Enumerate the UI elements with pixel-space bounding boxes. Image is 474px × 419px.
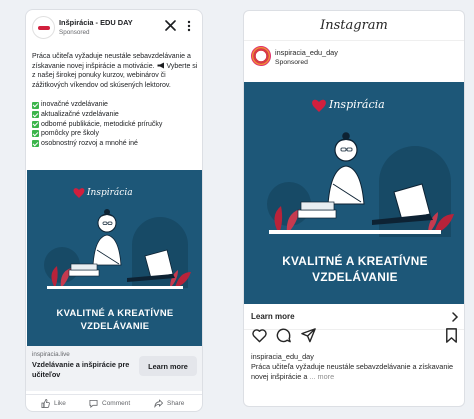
list-item-label: pomôcky pre školy xyxy=(41,130,99,138)
close-icon[interactable] xyxy=(165,20,176,31)
send-icon[interactable] xyxy=(300,327,317,344)
learn-more-button[interactable]: Learn more xyxy=(139,356,197,376)
ig-caption-username[interactable]: inspiracia_edu_day xyxy=(251,352,314,361)
ig-caption-text: Práca učiteľa vyžaduje neustále sebavzde… xyxy=(251,362,454,381)
like-button[interactable]: Like xyxy=(41,399,66,408)
creative-logo-text: Inspirácia xyxy=(328,98,385,111)
creative-logo-text: Inspirácia xyxy=(86,187,133,198)
comment-label: Comment xyxy=(102,400,131,407)
ig-sponsored-label: Sponsored xyxy=(275,59,308,66)
ig-comment-icon[interactable] xyxy=(275,327,292,344)
fb-post-text: Práca učiteľa vyžaduje neustále sebavzde… xyxy=(32,52,200,148)
heart-logo-icon xyxy=(312,99,326,112)
like-label: Like xyxy=(54,400,66,407)
chevron-right-icon xyxy=(452,312,459,322)
facebook-ad-card: Inšpirácia - EDU DAY Sponsored Práca uči… xyxy=(25,9,203,412)
list-item: osobnostný rozvoj a mnohé iné xyxy=(32,139,200,149)
bookmark-icon[interactable] xyxy=(443,327,460,344)
creative-banner-line-1: KVALITNÉ A KREATÍVNE xyxy=(282,254,428,268)
ig-top-bar: Instagram xyxy=(244,11,464,41)
instagram-ad-card: Instagram inspiracia_edu_day Sponsored I… xyxy=(243,10,465,407)
learn-more-link[interactable]: Learn more xyxy=(251,312,295,321)
list-item-label: odborné publikácie, metodické príručky xyxy=(41,120,163,128)
fb-link-domain: inspiracia.live xyxy=(32,351,70,358)
ig-caption: Práca učiteľa vyžaduje neustále sebavzde… xyxy=(251,362,461,382)
fb-ad-creative[interactable]: Inspirácia KVALITNÉ A KREATÍVNE VZDELÁVA… xyxy=(27,170,202,346)
ig-action-icons xyxy=(244,327,464,351)
instagram-wordmark: Instagram xyxy=(320,18,388,33)
check-icon xyxy=(32,140,39,148)
ig-profile-avatar[interactable] xyxy=(251,46,271,66)
list-item: odborné publikácie, metodické príručky xyxy=(32,120,200,130)
fb-post-header: Inšpirácia - EDU DAY Sponsored xyxy=(26,10,202,44)
creative-banner-line-1: KVALITNÉ A KREATÍVNE xyxy=(56,307,174,318)
list-item-label: inovačné vzdelávanie xyxy=(41,101,108,109)
creative-banner-line-2: VZDELÁVANIE xyxy=(80,320,150,331)
creative-banner-line-2: VZDELÁVANIE xyxy=(312,270,398,284)
heart-logo-icon xyxy=(73,188,85,198)
list-item: aktualizačné vzdelávanie xyxy=(32,110,200,120)
comment-icon xyxy=(89,399,98,408)
fb-bullet-list: inovačné vzdelávanie aktualizačné vzdelá… xyxy=(32,100,200,148)
list-item-label: aktualizačné vzdelávanie xyxy=(41,110,119,118)
check-icon xyxy=(32,101,39,109)
list-item: inovačné vzdelávanie xyxy=(32,100,200,110)
ig-ad-creative[interactable]: Inspirácia KVALITNÉ A KREATÍVNE VZDELÁVA… xyxy=(244,82,464,304)
fb-sponsored-label: Sponsored xyxy=(59,29,90,36)
brand-logo-mark xyxy=(37,25,50,30)
more-vertical-icon[interactable] xyxy=(186,20,192,32)
comment-button[interactable]: Comment xyxy=(89,399,130,408)
ig-post-header: inspiracia_edu_day Sponsored xyxy=(244,41,464,79)
like-icon xyxy=(41,399,50,408)
check-icon xyxy=(32,130,39,138)
share-icon xyxy=(154,399,163,408)
fb-page-avatar[interactable] xyxy=(32,16,55,39)
fb-action-bar: Like Comment Share xyxy=(26,394,202,411)
heart-icon[interactable] xyxy=(251,327,268,344)
check-icon xyxy=(32,111,39,119)
megaphone-icon xyxy=(157,62,164,69)
ig-username[interactable]: inspiracia_edu_day xyxy=(275,48,338,57)
list-item: pomôcky pre školy xyxy=(32,129,200,139)
fb-link-headline: Vzdelávanie a inšpirácie pre učiteľov xyxy=(32,360,130,379)
ig-caption-more-link[interactable]: ... more xyxy=(309,372,334,381)
fb-link-preview[interactable]: inspiracia.live Vzdelávanie a inšpirácie… xyxy=(26,346,202,391)
fb-page-name[interactable]: Inšpirácia - EDU DAY xyxy=(59,18,133,27)
share-button[interactable]: Share xyxy=(154,399,184,408)
share-label: Share xyxy=(167,400,185,407)
list-item-label: osobnostný rozvoj a mnohé iné xyxy=(41,139,138,147)
check-icon xyxy=(32,120,39,128)
